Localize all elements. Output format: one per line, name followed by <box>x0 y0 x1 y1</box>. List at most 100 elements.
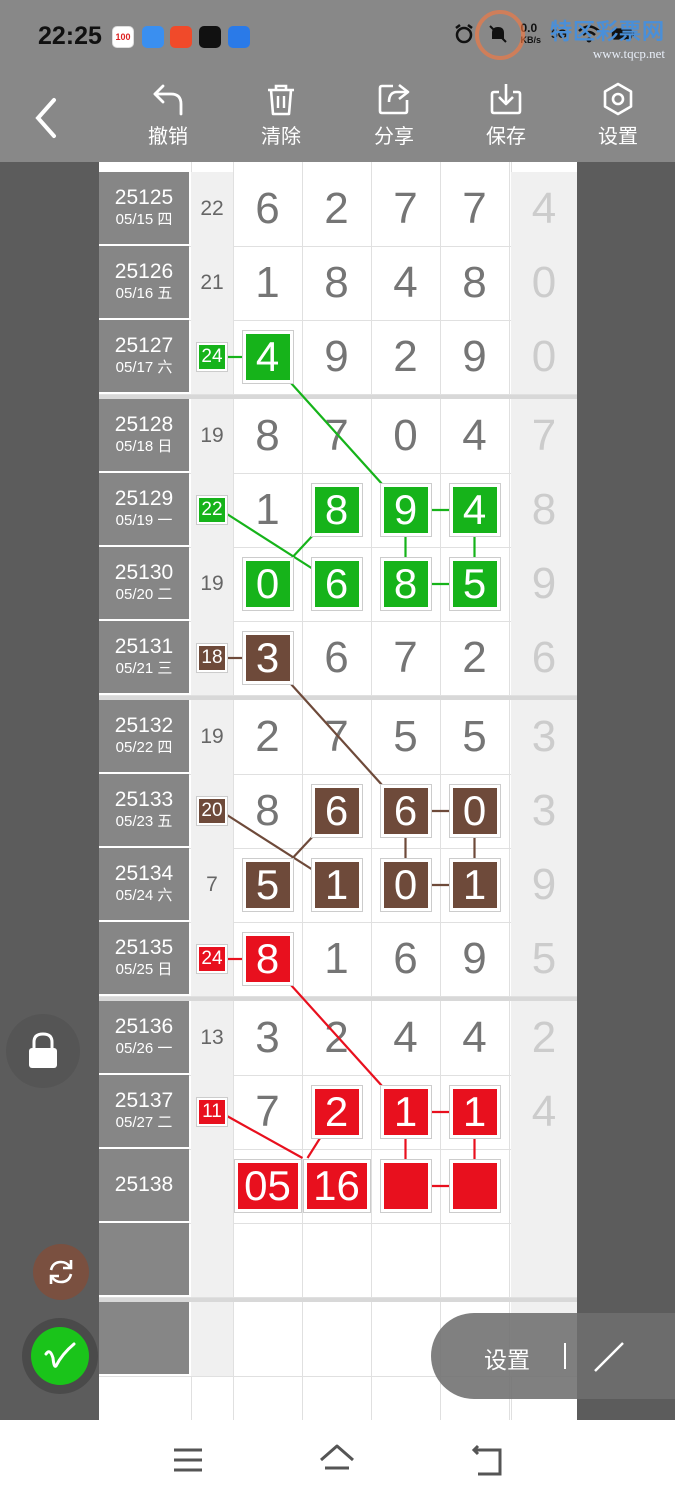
pill-settings-button[interactable]: 设置 <box>484 1341 530 1375</box>
cloud-app-icon <box>142 26 164 48</box>
pill-line-tool-button[interactable] <box>587 1335 631 1379</box>
extra-cell: 5 <box>511 922 577 996</box>
highlighted-digit[interactable]: 1 <box>379 1085 432 1139</box>
highlighted-digit[interactable]: 16 <box>302 1159 371 1213</box>
digit-cell[interactable]: 7 <box>440 172 509 246</box>
digit-cell[interactable]: 7 <box>302 399 371 473</box>
highlighted-digit[interactable]: 5 <box>241 858 294 912</box>
table-row[interactable]: 25128 05/18 日 19 8 7 0 4 7 <box>99 399 577 473</box>
digit-cell[interactable]: 8 <box>302 246 371 320</box>
highlighted-digit[interactable]: 6 <box>379 784 432 838</box>
digit-cell[interactable] <box>233 1302 302 1376</box>
digit-cell[interactable] <box>371 1302 440 1376</box>
digit-cell[interactable] <box>302 1223 371 1297</box>
issue-date: 05/23 五 <box>115 813 173 830</box>
table-row[interactable]: 25126 05/16 五 21 1 8 4 8 0 <box>99 246 577 320</box>
sum-cell: 22 <box>191 172 233 246</box>
settings-button[interactable]: 设置 <box>583 82 653 154</box>
sum-cell: 13 <box>191 1001 233 1075</box>
capcut-icon <box>199 26 221 48</box>
table-row[interactable]: 25132 05/22 四 19 2 7 5 5 3 <box>99 700 577 774</box>
digit-cell[interactable]: 8 <box>440 246 509 320</box>
digit-cell[interactable]: 6 <box>233 172 302 246</box>
share-label: 分享 <box>374 126 414 148</box>
digit-cell[interactable]: 5 <box>440 700 509 774</box>
highlighted-digit[interactable]: 05 <box>233 1159 302 1213</box>
highlighted-digit[interactable] <box>379 1159 432 1213</box>
issue-date: 05/22 四 <box>115 739 173 756</box>
highlighted-digit[interactable]: 6 <box>310 557 363 611</box>
table-row[interactable]: 25136 05/26 一 13 3 2 4 4 2 <box>99 1001 577 1075</box>
highlighted-digit[interactable]: 5 <box>448 557 501 611</box>
pen-button[interactable] <box>22 1318 98 1394</box>
digit-cell[interactable]: 9 <box>302 320 371 394</box>
sum-tag: 22 <box>196 495 228 525</box>
digit-cell[interactable]: 2 <box>371 320 440 394</box>
undo-button[interactable]: 撤销 <box>133 82 203 154</box>
highlighted-digit[interactable]: 1 <box>310 858 363 912</box>
digit-cell[interactable]: 6 <box>371 922 440 996</box>
digit-cell[interactable]: 8 <box>233 774 302 848</box>
blue-app-icon <box>228 26 250 48</box>
highlighted-digit[interactable]: 8 <box>241 932 294 986</box>
digit-cell[interactable]: 9 <box>440 320 509 394</box>
table-row[interactable] <box>99 1223 577 1297</box>
digit-cell[interactable]: 4 <box>440 1001 509 1075</box>
highlighted-digit[interactable]: 2 <box>310 1085 363 1139</box>
digit-cell[interactable]: 0 <box>371 399 440 473</box>
issue-cell: 25137 05/27 二 <box>99 1075 189 1147</box>
digit-cell[interactable]: 7 <box>371 621 440 695</box>
right-panel <box>577 162 675 1420</box>
table-row[interactable]: 25135 05/25 日 81695 <box>99 922 577 996</box>
share-button[interactable]: 分享 <box>359 82 429 154</box>
back-button[interactable] <box>26 94 66 142</box>
highlighted-digit[interactable]: 0 <box>448 784 501 838</box>
digit-cell[interactable]: 9 <box>440 922 509 996</box>
digit-cell[interactable]: 7 <box>302 700 371 774</box>
digit-cell[interactable]: 6 <box>302 621 371 695</box>
table-row[interactable]: 2512705/17 六49290 <box>99 320 577 394</box>
digit-cell[interactable] <box>371 1223 440 1297</box>
trend-grid[interactable]: 25125 05/15 四 22 6 2 7 7 4 25126 05/16 五 21 1 8 4 8 0 25… <box>99 162 577 1420</box>
highlighted-digit[interactable]: 8 <box>310 483 363 537</box>
lock-button[interactable] <box>6 1014 80 1088</box>
digit-cell[interactable]: 4 <box>371 246 440 320</box>
home-nav-button[interactable] <box>315 1438 359 1482</box>
digit-cell[interactable]: 2 <box>440 621 509 695</box>
highlighted-digit[interactable]: 9 <box>379 483 432 537</box>
digit-cell[interactable]: 4 <box>440 399 509 473</box>
table-row[interactable]: 25125 05/15 四 22 6 2 7 7 4 <box>99 172 577 246</box>
refresh-button[interactable] <box>33 1244 89 1300</box>
save-button[interactable]: 保存 <box>471 82 541 154</box>
highlighted-digit[interactable]: 4 <box>448 483 501 537</box>
red-app-icon <box>170 26 192 48</box>
digit-cell[interactable]: 5 <box>371 700 440 774</box>
digit-cell[interactable]: 2 <box>233 700 302 774</box>
back-nav-button[interactable] <box>466 1438 510 1482</box>
highlighted-digit[interactable]: 1 <box>448 858 501 912</box>
highlighted-digit[interactable]: 4 <box>241 330 294 384</box>
highlighted-digit[interactable]: 0 <box>241 557 294 611</box>
digit-cell[interactable]: 1 <box>233 473 302 547</box>
digit-cell[interactable] <box>302 1302 371 1376</box>
digit-cell[interactable]: 4 <box>371 1001 440 1075</box>
digit-cell[interactable]: 3 <box>233 1001 302 1075</box>
highlighted-digit[interactable] <box>448 1159 501 1213</box>
digit-cell[interactable]: 1 <box>233 246 302 320</box>
digit-cell[interactable] <box>233 1223 302 1297</box>
menu-nav-button[interactable] <box>166 1438 210 1482</box>
digit-cell[interactable]: 2 <box>302 172 371 246</box>
digit-cell[interactable]: 7 <box>371 172 440 246</box>
digit-cell[interactable]: 7 <box>233 1075 302 1149</box>
highlighted-digit[interactable]: 3 <box>241 631 294 685</box>
highlighted-digit[interactable]: 6 <box>310 784 363 838</box>
digit-cell[interactable]: 8 <box>233 399 302 473</box>
highlighted-digit[interactable]: 8 <box>379 557 432 611</box>
digit-cell[interactable]: 2 <box>302 1001 371 1075</box>
highlighted-digit[interactable]: 1 <box>448 1085 501 1139</box>
clear-button[interactable]: 清除 <box>246 82 316 154</box>
digit-cell[interactable] <box>440 1223 509 1297</box>
table-row[interactable]: 2513105/21 三36726 <box>99 621 577 695</box>
highlighted-digit[interactable]: 0 <box>379 858 432 912</box>
digit-cell[interactable]: 1 <box>302 922 371 996</box>
